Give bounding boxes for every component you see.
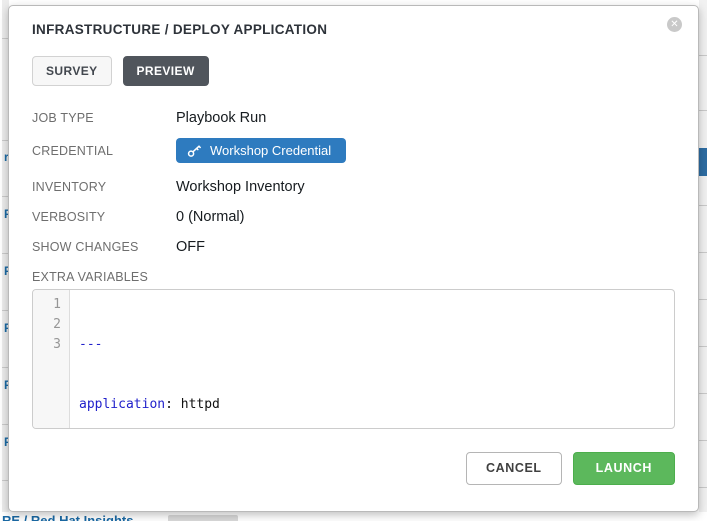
field-row-credential: CREDENTIAL Workshop Credential xyxy=(32,138,675,163)
job-type-value: Playbook Run xyxy=(176,110,675,126)
line-number: 3 xyxy=(33,335,61,355)
background-row-divider xyxy=(699,393,707,394)
code-line-2: application: httpd xyxy=(79,395,674,415)
launch-button[interactable]: LAUNCH xyxy=(573,452,675,485)
modal-title: INFRASTRUCTURE / DEPLOY APPLICATION xyxy=(32,22,675,37)
background-row-divider xyxy=(699,205,707,206)
close-button[interactable]: ✕ xyxy=(667,17,682,32)
background-page-bottom-edge: RE / Red Hat Insights xyxy=(0,512,707,521)
background-row-divider xyxy=(699,440,707,441)
tab-preview[interactable]: PREVIEW xyxy=(123,56,209,86)
inventory-value: Workshop Inventory xyxy=(176,179,675,195)
show-changes-label: SHOW CHANGES xyxy=(32,240,176,254)
job-type-label: JOB TYPE xyxy=(32,111,176,125)
credential-badge-label: Workshop Credential xyxy=(210,143,331,158)
extra-variables-label: EXTRA VARIABLES xyxy=(32,270,675,284)
modal-footer: CANCEL LAUNCH xyxy=(32,452,675,485)
line-number: 1 xyxy=(33,295,61,315)
background-row-divider xyxy=(699,252,707,253)
background-chip-fragment xyxy=(168,515,238,521)
yaml-value-token: : httpd xyxy=(165,397,220,412)
yaml-doc-start-token: --- xyxy=(79,337,102,352)
close-icon: ✕ xyxy=(670,20,678,30)
line-number: 2 xyxy=(33,315,61,335)
credential-label: CREDENTIAL xyxy=(32,144,176,158)
editor-code-area[interactable]: --- application: httpd xyxy=(70,290,674,428)
tab-row: SURVEY PREVIEW xyxy=(32,56,675,86)
field-row-show-changes: SHOW CHANGES OFF xyxy=(32,239,675,255)
background-row-divider xyxy=(699,346,707,347)
background-row-divider xyxy=(699,487,707,488)
background-row-divider xyxy=(699,299,707,300)
field-row-job-type: JOB TYPE Playbook Run xyxy=(32,110,675,126)
field-row-inventory: INVENTORY Workshop Inventory xyxy=(32,179,675,195)
cancel-button[interactable]: CANCEL xyxy=(466,452,562,485)
modal-header: INFRASTRUCTURE / DEPLOY APPLICATION ✕ xyxy=(32,6,675,37)
verbosity-label: VERBOSITY xyxy=(32,210,176,224)
code-line-1: --- xyxy=(79,335,674,355)
credential-value-cell: Workshop Credential xyxy=(176,138,675,163)
extra-variables-editor[interactable]: 1 2 3 --- application: httpd xyxy=(32,289,675,429)
yaml-key-token: application xyxy=(79,397,165,412)
credential-badge[interactable]: Workshop Credential xyxy=(176,138,346,163)
background-blue-cell xyxy=(699,148,707,176)
background-page-right-edge xyxy=(699,0,707,521)
background-row-divider xyxy=(699,110,707,111)
background-row-divider xyxy=(699,55,707,56)
editor-line-number-gutter: 1 2 3 xyxy=(33,290,70,428)
verbosity-value: 0 (Normal) xyxy=(176,209,675,225)
show-changes-value: OFF xyxy=(176,239,675,255)
background-link-fragment: RE / Red Hat Insights xyxy=(2,513,133,521)
inventory-label: INVENTORY xyxy=(32,180,176,194)
key-icon xyxy=(187,144,201,158)
tab-survey[interactable]: SURVEY xyxy=(32,56,112,86)
field-row-verbosity: VERBOSITY 0 (Normal) xyxy=(32,209,675,225)
deploy-application-modal: INFRASTRUCTURE / DEPLOY APPLICATION ✕ SU… xyxy=(8,5,699,512)
